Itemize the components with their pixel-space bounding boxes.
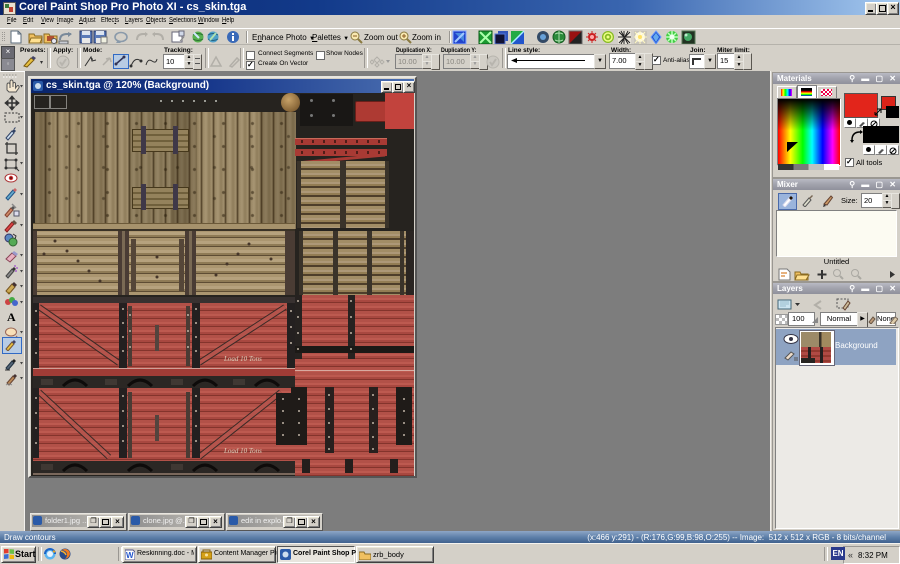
svg-text:W: W xyxy=(126,551,134,560)
svg-text:A: A xyxy=(7,310,16,324)
